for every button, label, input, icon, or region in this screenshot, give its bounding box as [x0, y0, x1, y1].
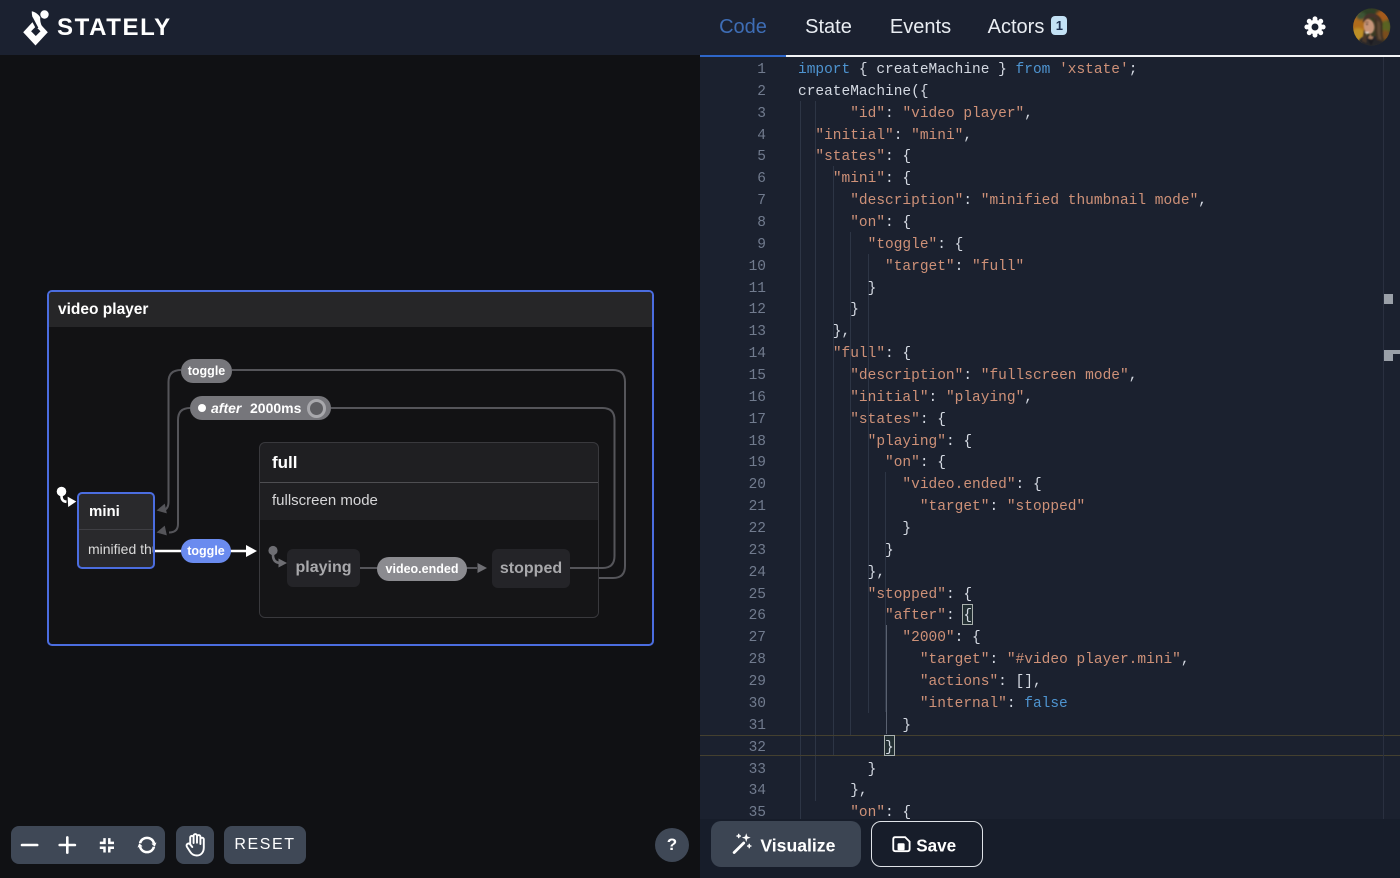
svg-text:Visualize: Visualize	[760, 836, 835, 856]
svg-text:Save: Save	[916, 836, 956, 855]
